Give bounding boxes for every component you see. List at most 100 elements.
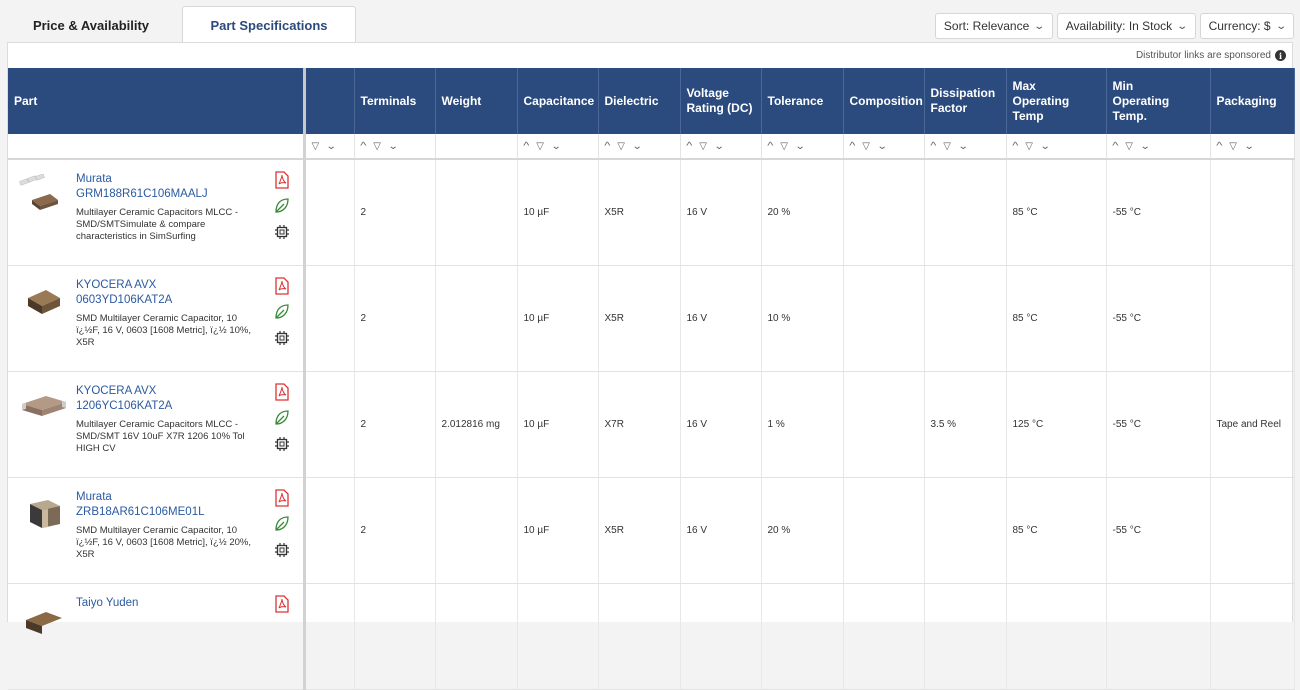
col-weight-label: Weight — [441, 93, 482, 108]
chip-icon[interactable] — [274, 223, 294, 249]
cell-min-temp: -55 °C — [1106, 477, 1211, 584]
manufacturer-link[interactable]: Taiyo Yuden — [76, 596, 254, 611]
col-tolerance[interactable]: Tolerance — [761, 68, 844, 134]
chevron-up-icon[interactable]: ^ — [523, 141, 529, 152]
currency-dropdown[interactable]: Currency: $ ⌄ — [1199, 13, 1294, 39]
chevron-up-icon[interactable]: ^ — [1112, 141, 1118, 152]
col-dissipation[interactable]: Dissipation Factor — [924, 68, 1007, 134]
leaf-icon[interactable] — [274, 303, 294, 329]
pdf-icon[interactable] — [274, 489, 294, 515]
chevron-up-icon[interactable]: ^ — [767, 141, 773, 152]
cell-voltage: 16 V — [680, 159, 762, 266]
part-number-link[interactable]: 0603YD106KAT2A — [76, 293, 254, 308]
col-packaging[interactable]: Packaging — [1210, 68, 1295, 134]
cell-packaging — [1210, 477, 1295, 584]
manufacturer-link[interactable]: KYOCERA AVX — [76, 384, 254, 399]
cell-max-temp: 85 °C — [1006, 159, 1107, 266]
chevron-down-icon[interactable]: ⌄ — [326, 141, 337, 152]
chevron-up-icon[interactable]: ^ — [360, 141, 366, 152]
cell-dielectric — [598, 583, 681, 690]
chevron-up-icon[interactable]: ^ — [1216, 141, 1222, 152]
funnel-icon[interactable]: ▽ — [617, 141, 625, 152]
info-icon[interactable]: i — [1275, 50, 1286, 61]
availability-dropdown[interactable]: Availability: In Stock ⌄ — [1056, 13, 1196, 39]
leaf-icon[interactable] — [274, 515, 294, 541]
col-weight[interactable]: Weight — [435, 68, 518, 134]
chevron-down-icon: ⌄ — [1033, 20, 1046, 32]
filter-cell — [435, 134, 518, 160]
chevron-down-icon[interactable]: ⌄ — [795, 141, 806, 152]
funnel-icon[interactable]: ▽ — [780, 141, 788, 152]
pdf-icon[interactable] — [274, 171, 294, 197]
col-min-temp-label-2: Operating Temp. — [1112, 93, 1170, 123]
chevron-down-icon[interactable]: ⌄ — [1040, 141, 1051, 152]
funnel-icon[interactable]: ▽ — [373, 141, 381, 152]
col-voltage[interactable]: Voltage Rating (DC) — [680, 68, 762, 134]
col-part-label: Part — [14, 93, 38, 108]
funnel-icon[interactable]: ▽ — [1025, 141, 1033, 152]
chevron-up-icon[interactable]: ^ — [604, 141, 610, 152]
chevron-down-icon[interactable]: ⌄ — [1244, 141, 1255, 152]
col-blank — [304, 68, 355, 134]
col-part[interactable]: Part — [8, 68, 306, 134]
leaf-icon[interactable] — [274, 409, 294, 435]
chevron-down-icon[interactable]: ⌄ — [551, 141, 562, 152]
part-thumbnail[interactable] — [16, 492, 72, 536]
part-thumbnail[interactable] — [16, 598, 72, 642]
col-max-temp-label-1: Max — [1012, 78, 1036, 93]
pdf-icon[interactable] — [274, 595, 294, 621]
part-thumbnail[interactable] — [16, 280, 72, 324]
col-composition-label: Composition — [849, 93, 923, 108]
funnel-icon[interactable]: ▽ — [943, 141, 951, 152]
col-dielectric[interactable]: Dielectric — [598, 68, 681, 134]
funnel-icon[interactable]: ▽ — [1229, 141, 1237, 152]
pdf-icon[interactable] — [274, 383, 294, 409]
chip-icon[interactable] — [274, 435, 294, 461]
funnel-icon[interactable]: ▽ — [862, 141, 870, 152]
chevron-down-icon[interactable]: ⌄ — [877, 141, 888, 152]
funnel-icon[interactable]: ▽ — [312, 141, 320, 152]
chevron-down-icon[interactable]: ⌄ — [958, 141, 969, 152]
part-thumbnail[interactable] — [16, 386, 72, 430]
leaf-icon[interactable] — [274, 197, 294, 223]
chevron-up-icon[interactable]: ^ — [686, 141, 692, 152]
sponsored-text: Distributor links are sponsored — [1135, 50, 1271, 61]
part-number-link[interactable]: ZRB18AR61C106ME01L — [76, 505, 254, 520]
chevron-up-icon[interactable]: ^ — [849, 141, 855, 152]
manufacturer-link[interactable]: KYOCERA AVX — [76, 278, 254, 293]
filter-cell: ^ ▽ ⌄ — [517, 134, 599, 160]
chevron-down-icon[interactable]: ⌄ — [714, 141, 725, 152]
cell-dissipation — [924, 477, 1007, 584]
cell-voltage: 16 V — [680, 371, 762, 478]
sort-dropdown[interactable]: Sort: Relevance ⌄ — [934, 13, 1053, 39]
chevron-up-icon[interactable]: ^ — [930, 141, 936, 152]
table-row: Murata ZRB18AR61C106ME01L SMD Multilayer… — [8, 477, 1295, 584]
chevron-down-icon[interactable]: ⌄ — [388, 141, 399, 152]
funnel-icon[interactable]: ▽ — [1125, 141, 1133, 152]
chevron-down-icon[interactable]: ⌄ — [632, 141, 643, 152]
manufacturer-link[interactable]: Murata — [76, 172, 254, 187]
manufacturer-link[interactable]: Murata — [76, 490, 254, 505]
pdf-icon[interactable] — [274, 277, 294, 303]
part-thumbnail[interactable] — [16, 174, 72, 218]
funnel-icon[interactable]: ▽ — [699, 141, 707, 152]
col-composition[interactable]: Composition — [843, 68, 925, 134]
col-capacitance[interactable]: Capacitance — [517, 68, 599, 134]
funnel-icon[interactable]: ▽ — [536, 141, 544, 152]
col-min-temp[interactable]: Min Operating Temp. — [1106, 68, 1211, 134]
chip-icon[interactable] — [274, 329, 294, 355]
cell-tolerance: 20 % — [761, 159, 844, 266]
chip-icon[interactable] — [274, 541, 294, 567]
filter-cell: ^ ▽ ⌄ — [924, 134, 1007, 160]
tab-part-specifications[interactable]: Part Specifications — [182, 6, 356, 43]
col-voltage-label-2: Rating (DC) — [686, 101, 753, 115]
part-number-link[interactable]: 1206YC106KAT2A — [76, 399, 254, 414]
tab-price-availability[interactable]: Price & Availability — [7, 6, 175, 43]
cell-tolerance: 10 % — [761, 265, 844, 372]
chevron-up-icon[interactable]: ^ — [1012, 141, 1018, 152]
chevron-down-icon[interactable]: ⌄ — [1140, 141, 1151, 152]
col-terminals[interactable]: Terminals — [354, 68, 436, 134]
col-max-temp[interactable]: Max Operating Temp — [1006, 68, 1107, 134]
cell-max-temp: 85 °C — [1006, 477, 1107, 584]
part-number-link[interactable]: GRM188R61C106MAALJ — [76, 187, 254, 202]
